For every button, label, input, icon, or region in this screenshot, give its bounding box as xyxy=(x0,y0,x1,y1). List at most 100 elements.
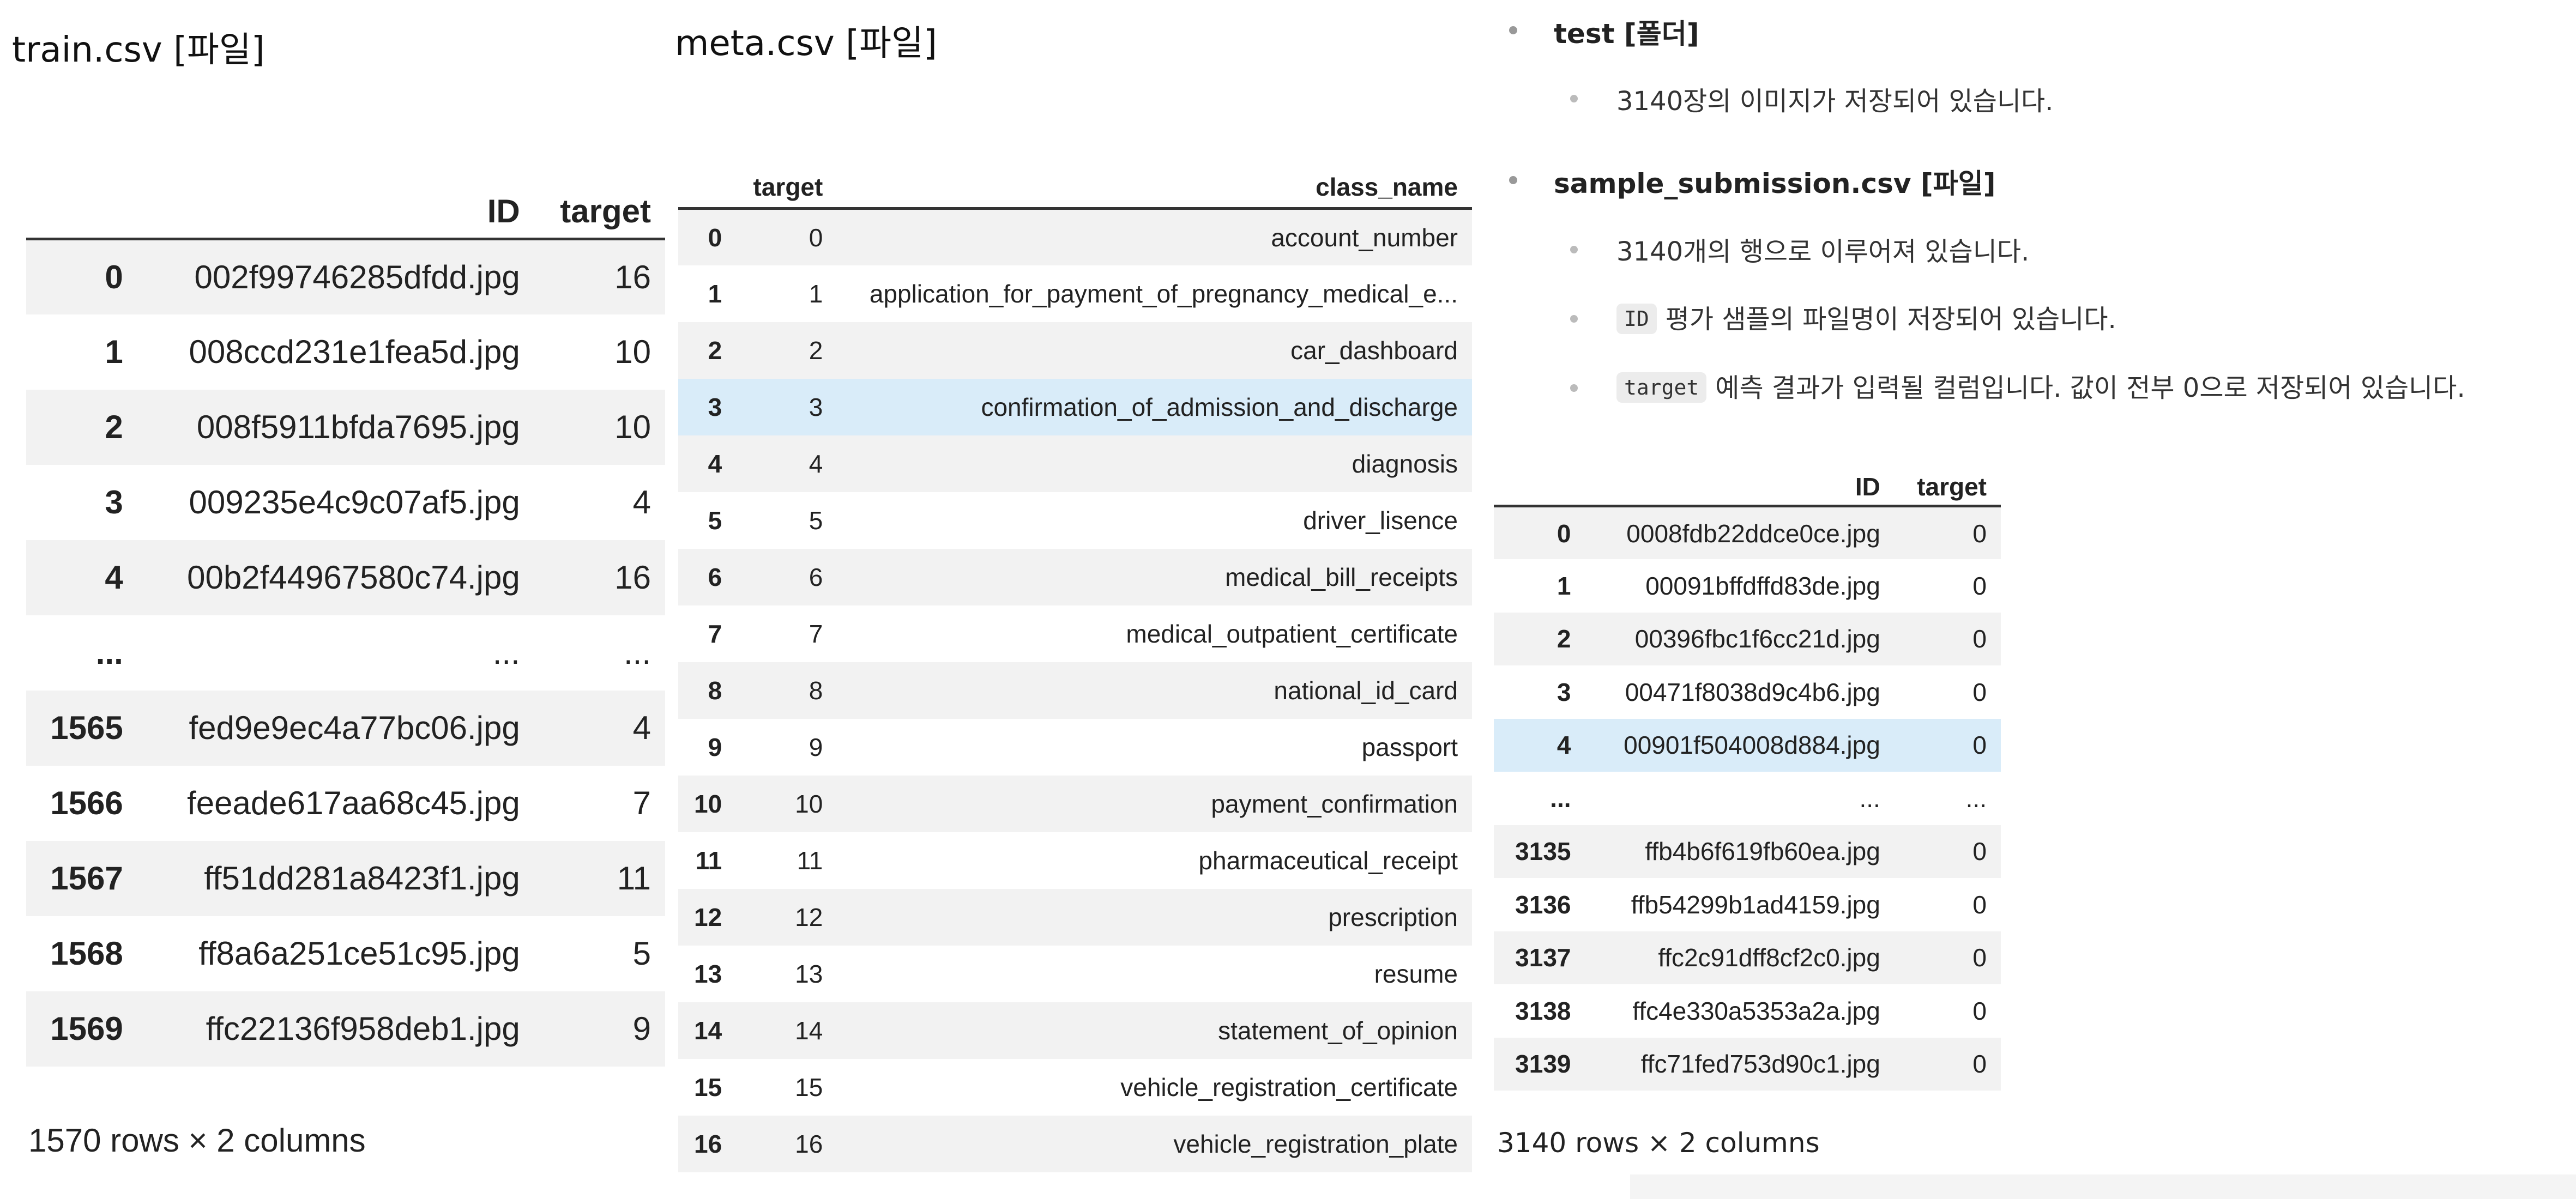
target-cell: 0 xyxy=(809,223,823,252)
table-row: 2 00396fbc1f6cc21d.jpg 0 xyxy=(1494,612,2001,665)
row-index: 11 xyxy=(695,846,722,875)
target-cell: 7 xyxy=(632,785,651,821)
target-cell: 0 xyxy=(1972,625,1987,653)
bullet-icon xyxy=(1509,26,1517,34)
target-cell: 5 xyxy=(809,506,823,535)
class-name-cell: prescription xyxy=(1328,903,1458,931)
row-index: 7 xyxy=(708,619,722,648)
table-row: 2 2 car_dashboard xyxy=(678,322,1472,379)
meta-table: target class_name 0 0 account_number 1 1 appl… xyxy=(678,148,1472,1172)
class-name-cell: medical_outpatient_certificate xyxy=(1126,619,1458,648)
row-index: 14 xyxy=(694,1016,722,1045)
train-panel: train.csv [파일] ID target 0 002f99746285df… xyxy=(0,0,671,1199)
target-cell: 12 xyxy=(795,903,823,931)
table-row: 3139 ffc71fed753d90c1.jpg 0 xyxy=(1494,1037,2001,1091)
id-cell: feeade617aa68c45.jpg xyxy=(187,785,520,821)
meta-heading: meta.csv [파일] xyxy=(675,23,937,64)
id-cell: ff51dd281a8423f1.jpg xyxy=(204,860,520,897)
index-header xyxy=(26,172,137,240)
row-index: 5 xyxy=(708,506,722,535)
class-name-cell: vehicle_registration_plate xyxy=(1173,1129,1458,1158)
id-cell: 00b2f44967580c74.jpg xyxy=(187,559,520,596)
id-cell: ffb4b6f619fb60ea.jpg xyxy=(1645,837,1880,866)
row-index: 0 xyxy=(708,223,722,252)
row-index: 8 xyxy=(708,676,722,705)
row-index: 1 xyxy=(105,334,123,370)
table-row: 4 00b2f44967580c74.jpg 16 xyxy=(26,540,665,615)
target-cell: 15 xyxy=(795,1073,823,1101)
id-cell: 00901f504008d884.jpg xyxy=(1624,731,1880,760)
id-column-note: ID 평가 샘플의 파일명이 저장되어 있습니다. xyxy=(1616,298,2116,336)
target-column-note: target 예측 결과가 입력될 컬럼입니다. 값이 전부 0으로 저장되어 있… xyxy=(1616,366,2465,405)
index-header xyxy=(678,148,737,210)
table-row: 9 9 passport xyxy=(678,718,1472,776)
target-cell: 0 xyxy=(1972,731,1987,760)
target-cell: 1 xyxy=(809,279,823,308)
target-cell: 2 xyxy=(809,336,823,365)
target-column-header: target xyxy=(534,172,665,240)
table-row: 12 12 prescription xyxy=(678,888,1472,946)
row-index: 16 xyxy=(694,1129,722,1158)
table-row: 1569 ffc22136f958deb1.jpg 9 xyxy=(26,991,665,1067)
target-cell: ... xyxy=(1965,784,1987,813)
row-index: 3 xyxy=(105,484,123,520)
table-row: 16 16 vehicle_registration_plate xyxy=(678,1115,1472,1172)
class-name-cell: car_dashboard xyxy=(1290,336,1458,365)
target-cell: 3 xyxy=(809,392,823,421)
bullet-icon xyxy=(1509,176,1517,184)
train-row-count: 1570 rows × 2 columns xyxy=(28,1122,366,1159)
target-column-header: target xyxy=(736,148,837,210)
target-cell: 7 xyxy=(809,619,823,648)
row-index: 3 xyxy=(708,392,722,421)
id-cell: fed9e9ec4a77bc06.jpg xyxy=(189,710,520,746)
row-index: ... xyxy=(1550,784,1571,813)
row-index: 1569 xyxy=(50,1010,123,1047)
target-cell: 16 xyxy=(614,259,651,296)
submission-panel: test [폴더] 3140장의 이미지가 저장되어 있습니다. sample_… xyxy=(1483,0,2576,1199)
target-cell: 16 xyxy=(795,1129,823,1158)
target-cell: 0 xyxy=(1972,996,1987,1025)
row-index: 4 xyxy=(708,449,722,478)
row-index: 3135 xyxy=(1515,837,1571,866)
row-index: 10 xyxy=(694,789,722,818)
row-index: ... xyxy=(95,634,123,671)
row-index: 1565 xyxy=(50,710,123,746)
target-column-description: 예측 결과가 입력될 컬럼입니다. 값이 전부 0으로 저장되어 있습니다. xyxy=(1715,373,2465,403)
row-index: 4 xyxy=(105,559,123,596)
submission-file-label: sample_submission.csv [파일] xyxy=(1554,168,1996,199)
id-cell: ffc2c91dff8cf2c0.jpg xyxy=(1658,943,1880,972)
target-cell: 0 xyxy=(1972,571,1987,600)
bullet-icon xyxy=(1570,384,1578,392)
id-cell: ... xyxy=(492,634,520,671)
target-cell: 11 xyxy=(617,860,651,897)
row-index: 2 xyxy=(708,336,722,365)
table-row: 1567 ff51dd281a8423f1.jpg 11 xyxy=(26,840,665,916)
row-index: 3138 xyxy=(1515,996,1571,1025)
table-row: 1 1 application_for_payment_of_pregnancy_m… xyxy=(678,265,1472,322)
table-row: 13 13 resume xyxy=(678,945,1472,1002)
target-cell: 0 xyxy=(1972,943,1987,972)
table-row: 2 008f5911bfda7695.jpg 10 xyxy=(26,389,665,465)
table-row: 4 00901f504008d884.jpg 0 xyxy=(1494,718,2001,772)
class-name-cell: confirmation_of_admission_and_discharge xyxy=(981,392,1458,421)
target-cell: 0 xyxy=(1972,1050,1987,1079)
row-index: 0 xyxy=(1557,519,1571,548)
class-name-cell: passport xyxy=(1361,732,1458,761)
table-row: 3 009235e4c9c07af5.jpg 4 xyxy=(26,464,665,540)
id-cell: ff8a6a251ce51c95.jpg xyxy=(198,935,520,972)
submission-rows-description: 3140개의 행으로 이루어져 있습니다. xyxy=(1616,237,2030,267)
target-cell: 9 xyxy=(632,1010,651,1047)
id-cell: 002f99746285dfdd.jpg xyxy=(194,259,520,296)
class-name-cell: medical_bill_receipts xyxy=(1225,562,1458,591)
target-cell: 8 xyxy=(809,676,823,705)
row-index: 3136 xyxy=(1515,890,1571,919)
target-cell: 4 xyxy=(809,449,823,478)
table-row: 6 6 medical_bill_receipts xyxy=(678,548,1472,605)
submission-row-count: 3140 rows × 2 columns xyxy=(1497,1127,1820,1159)
bullet-icon xyxy=(1570,315,1578,323)
table-row: 0 002f99746285dfdd.jpg 16 xyxy=(26,239,665,314)
row-index: 15 xyxy=(694,1073,722,1101)
id-cell: 009235e4c9c07af5.jpg xyxy=(189,484,520,520)
target-cell: 0 xyxy=(1972,677,1987,706)
table-header-row: target class_name xyxy=(678,148,1472,210)
